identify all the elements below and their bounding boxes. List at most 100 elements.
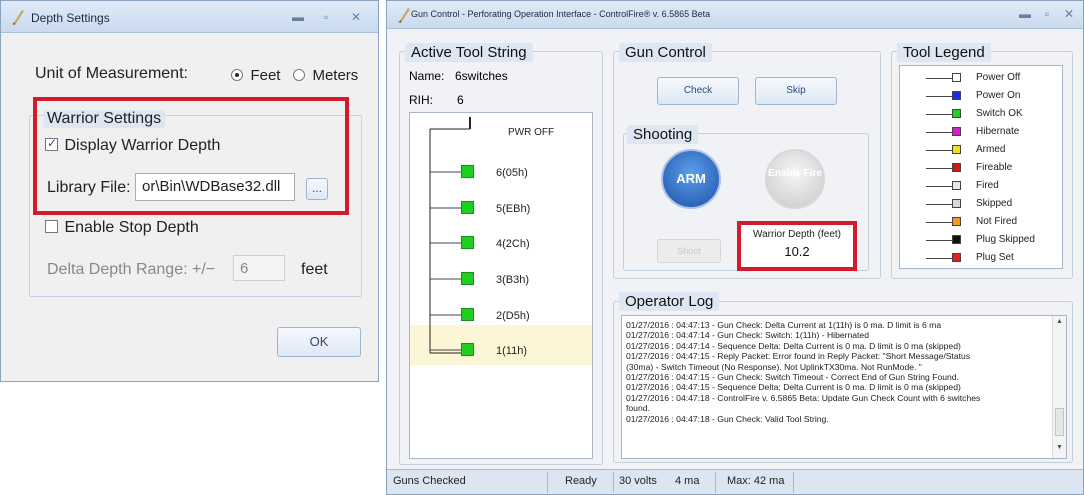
legend-label: Not Fired (976, 216, 1018, 227)
warrior-settings-title: Warrior Settings (43, 110, 166, 128)
app-icon (398, 8, 410, 23)
minimize-icon[interactable]: ▬ (290, 10, 306, 24)
display-warrior-depth-label: Display Warrior Depth (64, 137, 221, 154)
switch-ok-icon (461, 272, 474, 285)
scroll-thumb[interactable] (1055, 408, 1064, 436)
legend-label: Armed (976, 144, 1006, 155)
check-button[interactable]: Check (657, 77, 739, 105)
legend-label: Hibernate (976, 126, 1020, 137)
enable-fire-button[interactable]: Enable Fire (765, 149, 825, 209)
legend-connector-icon (926, 186, 952, 187)
radio-unselected-icon (293, 69, 305, 81)
legend-connector-icon (926, 114, 952, 115)
status-separator (547, 472, 548, 493)
window-title: Gun Control - Perforating Operation Inte… (411, 9, 711, 19)
status-separator (715, 472, 716, 493)
status-text: Guns Checked (393, 475, 466, 487)
legend-item: Switch OK (900, 106, 1060, 122)
rih-value: 6 (457, 93, 464, 107)
unit-meters-radio[interactable]: Meters (293, 67, 358, 85)
switch-ok-icon (461, 343, 474, 356)
legend-label: Plug Set (976, 252, 1014, 263)
shoot-button[interactable]: Shoot (657, 239, 721, 263)
switch-ok-icon (461, 236, 474, 249)
unit-feet-radio[interactable]: Feet (231, 67, 280, 85)
window-title: Depth Settings (31, 11, 110, 25)
close-icon[interactable]: ✕ (348, 10, 364, 24)
legend-connector-icon (926, 78, 952, 79)
legend-connector-icon (926, 222, 952, 223)
delta-depth-input[interactable]: 6 (233, 255, 285, 281)
legend-swatch-icon (952, 235, 961, 244)
switch-ok-icon (461, 165, 474, 178)
switch-row-label[interactable]: 1(11h) (496, 345, 527, 357)
switch-row-label[interactable]: 6(05h) (496, 167, 528, 179)
depth-settings-window: Depth Settings ▬ ▫ ✕ Unit of Measurement… (0, 0, 379, 382)
library-file-input[interactable]: or\Bin\WDBase32.dll (135, 173, 295, 201)
legend-connector-icon (926, 96, 952, 97)
log-scrollbar[interactable]: ▲ ▼ (1052, 316, 1066, 458)
shooting-title: Shooting (627, 125, 699, 144)
switch-ok-icon (461, 201, 474, 214)
legend-item: Power On (900, 88, 1060, 104)
current-text: 4 ma (675, 475, 700, 487)
skip-button[interactable]: Skip (755, 77, 837, 105)
log-line: 01/27/2016 : 04:47:14 - Gun Check: Switc… (626, 330, 869, 341)
legend-label: Plug Skipped (976, 234, 1035, 245)
feet-option-label: Feet (250, 67, 281, 84)
warrior-depth-label: Warrior Depth (feet) (753, 229, 841, 240)
switch-ok-icon (461, 308, 474, 321)
tool-name-label: Name: (409, 69, 445, 83)
active-tool-string-title: Active Tool String (405, 43, 533, 62)
arm-button[interactable]: ARM (661, 149, 721, 209)
warrior-depth-value: 10.2 (784, 244, 810, 259)
legend-swatch-icon (952, 145, 961, 154)
gun-control-window: Gun Control - Perforating Operation Inte… (386, 0, 1084, 495)
legend-item: Plug Skipped (900, 232, 1060, 248)
unit-of-measurement-label: Unit of Measurement: (35, 65, 188, 82)
maximize-icon[interactable]: ▫ (1039, 7, 1055, 21)
ok-button[interactable]: OK (277, 327, 361, 357)
status-bar: Guns Checked Ready 30 volts 4 ma Max: 42… (387, 469, 1083, 494)
rih-label: RIH: (409, 93, 433, 107)
switch-row-label[interactable]: 5(EBh) (496, 203, 530, 215)
legend-connector-icon (926, 150, 952, 151)
legend-swatch-icon (952, 253, 961, 262)
log-line: 01/27/2016 : 04:47:18 - Gun Check: Valid… (626, 413, 829, 424)
legend-connector-icon (926, 204, 952, 205)
legend-label: Power On (976, 90, 1021, 101)
enable-stop-depth-checkbox[interactable]: Enable Stop Depth (45, 219, 199, 237)
checkbox-checked-icon (45, 136, 58, 151)
legend-item: Not Fired (900, 214, 1060, 230)
switch-row-label[interactable]: 3(B3h) (496, 274, 529, 286)
switch-row-label[interactable]: 2(D5h) (496, 310, 530, 322)
gun-control-title: Gun Control (619, 43, 712, 62)
legend-label: Switch OK (976, 108, 1023, 119)
status-separator (793, 472, 794, 493)
browse-button[interactable]: ... (306, 178, 328, 200)
minimize-icon[interactable]: ▬ (1017, 7, 1033, 21)
scroll-down-icon[interactable]: ▼ (1056, 444, 1063, 451)
log-line: found. (626, 403, 650, 414)
legend-connector-icon (926, 132, 952, 133)
display-warrior-depth-checkbox[interactable]: Display Warrior Depth (45, 136, 221, 155)
legend-connector-icon (926, 240, 952, 241)
depth-settings-titlebar: Depth Settings ▬ ▫ ✕ (1, 1, 378, 33)
legend-item: Armed (900, 142, 1060, 158)
legend-swatch-icon (952, 217, 961, 226)
max-current-text: Max: 42 ma (727, 475, 785, 487)
operator-log-text[interactable]: 01/27/2016 : 04:47:13 - Gun Check: Delta… (621, 315, 1067, 459)
enable-stop-depth-label: Enable Stop Depth (64, 219, 199, 236)
legend-swatch-icon (952, 127, 961, 136)
legend-label: Skipped (976, 198, 1013, 209)
scroll-up-icon[interactable]: ▲ (1056, 318, 1063, 325)
meters-option-label: Meters (312, 67, 359, 84)
switch-row-label[interactable]: 4(2Ch) (496, 238, 530, 250)
legend-connector-icon (926, 258, 952, 259)
tool-name-value: 6switches (455, 69, 508, 83)
log-line: 01/27/2016 : 04:47:15 - Reply Packet: Er… (626, 351, 971, 362)
log-line: 01/27/2016 : 04:47:18 - ControlFire v. 6… (626, 392, 981, 403)
tool-string-list[interactable]: PWR OFF 6(05h) 5(EBh) 4(2Ch) 3(B3h) 2(D5… (409, 112, 593, 459)
close-icon[interactable]: ✕ (1061, 7, 1077, 21)
maximize-icon[interactable]: ▫ (318, 10, 334, 24)
